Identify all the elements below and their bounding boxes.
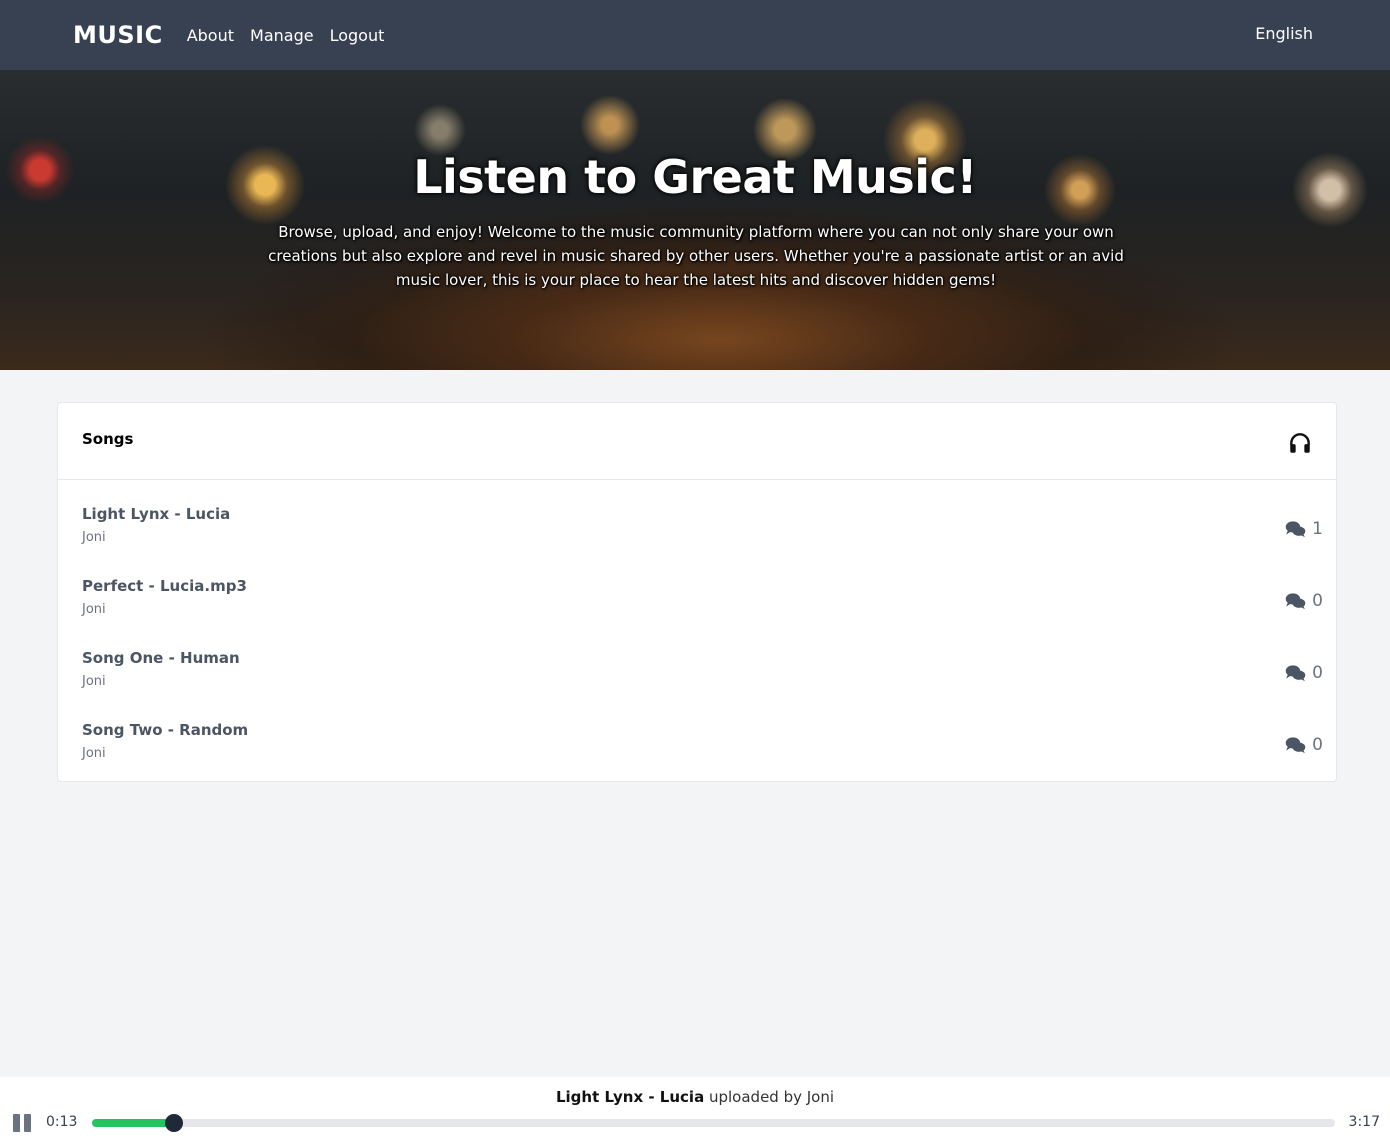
pause-icon[interactable] (13, 1114, 31, 1132)
current-time: 0:13 (46, 1114, 78, 1130)
song-item[interactable]: Perfect - Lucia.mp3 Joni 0 (58, 576, 1336, 648)
hero-banner: Listen to Great Music! Browse, upload, a… (0, 70, 1390, 370)
nav-logout-link[interactable]: Logout (330, 26, 385, 45)
now-playing-title: Light Lynx - Lucia (555, 1088, 705, 1106)
song-list: Light Lynx - Lucia Joni 1 Perfect - Luci… (58, 480, 1336, 792)
song-item[interactable]: Song One - Human Joni 0 (58, 648, 1336, 720)
progress-fill (92, 1119, 175, 1127)
songs-card-header: Songs (58, 403, 1336, 480)
song-title[interactable]: Song Two - Random (82, 720, 1336, 740)
comments-icon (1285, 520, 1306, 537)
audio-player: Light Lynx - Lucia uploaded by Joni 0:13… (0, 1077, 1390, 1139)
comments-icon (1285, 664, 1306, 681)
brand-logo[interactable]: MUSIC (73, 21, 163, 49)
top-navbar: MUSIC About Manage Logout English (0, 0, 1390, 70)
song-title[interactable]: Perfect - Lucia.mp3 (82, 576, 1336, 596)
song-uploader: Joni (82, 674, 106, 689)
hero-title: Listen to Great Music! (413, 150, 977, 204)
song-title[interactable]: Light Lynx - Lucia (82, 504, 1336, 524)
song-item[interactable]: Song Two - Random Joni 0 (58, 720, 1336, 792)
now-playing: Light Lynx - Lucia uploaded by Joni (0, 1088, 1390, 1106)
songs-card-title: Songs (82, 430, 134, 448)
comment-count: 0 (1312, 591, 1323, 611)
songs-card: Songs Light Lynx - Lucia Joni 1 Perfect … (57, 402, 1337, 782)
comments-icon (1285, 592, 1306, 609)
progress-handle[interactable] (165, 1114, 184, 1132)
song-item[interactable]: Light Lynx - Lucia Joni 1 (58, 504, 1336, 576)
comment-count: 1 (1312, 519, 1323, 539)
song-comment-count: 0 (1285, 663, 1323, 683)
headphones-icon (1290, 433, 1310, 453)
nav-about-link[interactable]: About (187, 26, 234, 45)
song-uploader: Joni (82, 602, 106, 617)
language-selector[interactable]: English (1255, 24, 1313, 43)
now-playing-uploader: uploaded by Joni (708, 1088, 835, 1106)
song-comment-count: 1 (1285, 519, 1323, 539)
song-uploader: Joni (82, 530, 106, 545)
song-comment-count: 0 (1285, 591, 1323, 611)
comments-icon (1285, 736, 1306, 753)
nav-manage-link[interactable]: Manage (250, 26, 314, 45)
song-title[interactable]: Song One - Human (82, 648, 1336, 668)
song-uploader: Joni (82, 746, 106, 761)
progress-slider[interactable] (92, 1114, 1335, 1132)
comment-count: 0 (1312, 735, 1323, 755)
song-comment-count: 0 (1285, 735, 1323, 755)
comment-count: 0 (1312, 663, 1323, 683)
hero-description: Browse, upload, and enjoy! Welcome to th… (268, 223, 1124, 289)
duration-time: 3:17 (1348, 1114, 1380, 1130)
